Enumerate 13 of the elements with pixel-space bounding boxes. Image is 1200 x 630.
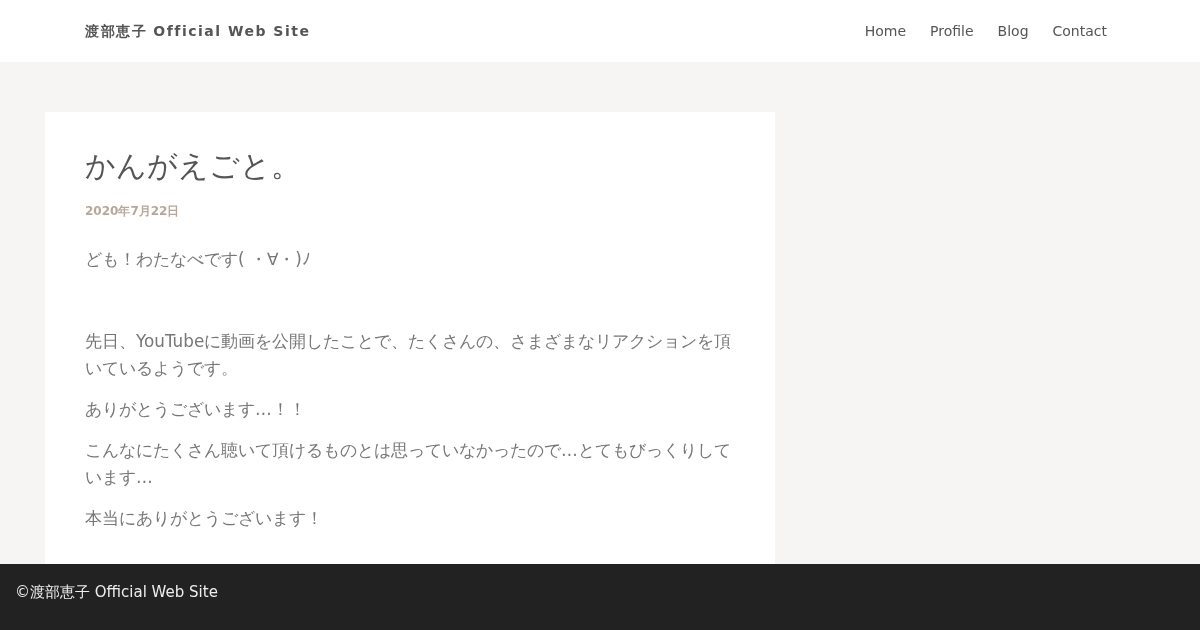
copyright-text: ©渡部恵子 Official Web Site [15,583,218,601]
nav-link[interactable]: Blog [997,20,1029,42]
post-paragraph: 先日、YouTubeに動画を公開したことで、たくさんの、さまざまなリアクションを頂いているようです。 [85,330,733,381]
nav-link[interactable]: Contact [1052,20,1107,42]
nav-link[interactable]: Home [864,20,907,42]
post-date: 2020年7月22日 [85,203,181,221]
post-paragraph: ども！わたなべです( ・∀・)ﾉ [85,248,312,272]
post-paragraph: こんなにたくさん聴いて頂けるものとは思っていなかったので…とてもびっくりしています… [85,439,732,490]
post-paragraph: ありがとうございます…！！ [85,398,307,422]
post-paragraph: 本当にありがとうございます！ [85,507,324,531]
post-title: かんがえごと。 [85,148,302,185]
site-title[interactable]: 渡部恵子 Official Web Site [85,20,311,42]
nav-link[interactable]: Profile [930,20,974,42]
